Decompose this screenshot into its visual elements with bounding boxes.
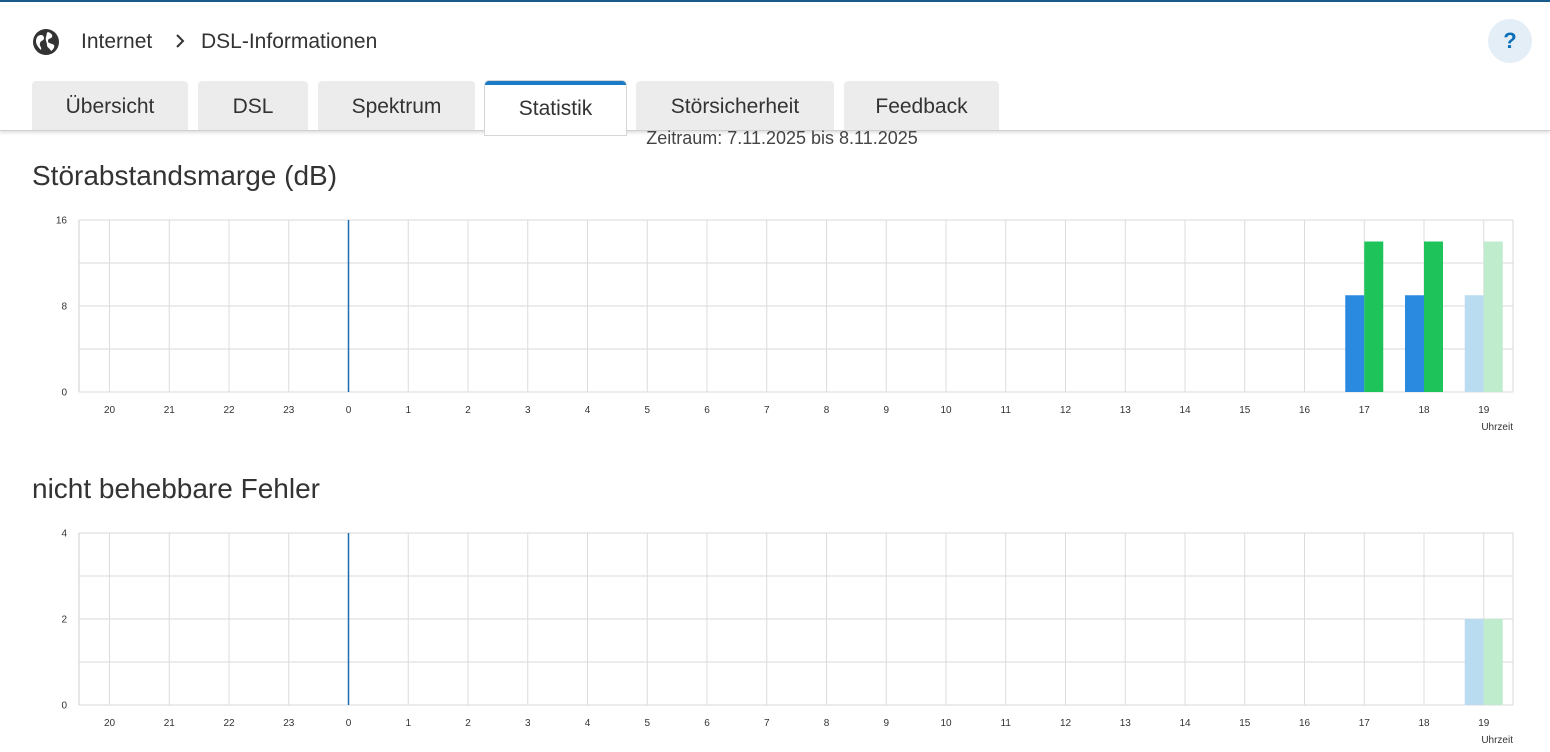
- x-tick-label: 18: [1418, 405, 1430, 416]
- x-tick-label: 11: [1001, 718, 1012, 729]
- x-axis-label: Uhrzeit: [1481, 422, 1513, 433]
- x-tick-label: 0: [346, 405, 352, 416]
- blue-bar: [1405, 295, 1424, 392]
- tab-statistik[interactable]: Statistik: [485, 81, 626, 135]
- x-tick-label: 7: [764, 405, 770, 416]
- chart-title-errors: nicht behebbare Fehler: [32, 473, 320, 504]
- y-tick-label: 2: [61, 615, 67, 626]
- x-tick-label: 12: [1060, 718, 1072, 729]
- globe-icon: [33, 29, 59, 55]
- x-axis-label: Uhrzeit: [1481, 735, 1513, 746]
- x-tick-label: 22: [223, 405, 235, 416]
- y-tick-label: 16: [56, 216, 68, 227]
- x-tick-label: 1: [405, 405, 411, 416]
- help-button[interactable]: ?: [1488, 19, 1532, 63]
- x-tick-label: 8: [824, 718, 830, 729]
- x-tick-label: 10: [940, 718, 952, 729]
- y-tick-label: 8: [61, 302, 67, 313]
- blue-bar: [1464, 619, 1484, 705]
- tab-spektrum[interactable]: Spektrum: [318, 81, 475, 130]
- x-tick-label: 12: [1060, 405, 1072, 416]
- x-tick-label: 7: [764, 718, 770, 729]
- tab-stoersicherheit[interactable]: Störsicherheit: [636, 81, 834, 130]
- tab-dsl[interactable]: DSL: [198, 81, 308, 130]
- chart-title-snr: Störabstandsmarge (dB): [32, 160, 338, 191]
- x-tick-label: 2: [465, 405, 471, 416]
- x-tick-label: 4: [585, 405, 591, 416]
- x-tick-label: 5: [644, 718, 650, 729]
- x-tick-label: 15: [1239, 718, 1251, 729]
- y-tick-label: 4: [61, 529, 67, 540]
- y-tick-label: 0: [61, 388, 67, 399]
- x-tick-label: 8: [824, 405, 830, 416]
- x-tick-label: 21: [164, 718, 176, 729]
- x-tick-label: 19: [1478, 718, 1490, 729]
- x-tick-label: 6: [704, 718, 710, 729]
- x-tick-label: 13: [1120, 718, 1132, 729]
- x-tick-label: 14: [1179, 405, 1191, 416]
- x-tick-label: 4: [585, 718, 591, 729]
- x-tick-label: 9: [883, 405, 889, 416]
- x-tick-label: 22: [223, 718, 235, 729]
- x-tick-label: 17: [1359, 718, 1371, 729]
- blue-bar: [1345, 295, 1365, 392]
- x-tick-label: 5: [644, 405, 650, 416]
- green-bar: [1483, 241, 1503, 392]
- breadcrumb-internet[interactable]: Internet: [81, 30, 152, 54]
- x-tick-label: 3: [525, 405, 531, 416]
- snr-margin-chart: 20 21 22 23 0 1 2 3 4 5 6 7 8 9 10 11 12 13 14 15 16 17 18 1908…: [56, 216, 1514, 433]
- green-bar: [1364, 241, 1384, 392]
- x-tick-label: 2: [465, 718, 471, 729]
- x-tick-label: 17: [1359, 405, 1371, 416]
- uncorrectable-errors-chart: 20 21 22 23 0 1 2 3 4 5 6 7 8 9 10 11 12 13 14 15 16 17 18 1902…: [61, 529, 1514, 746]
- blue-bar: [1464, 295, 1484, 392]
- x-tick-label: 18: [1418, 718, 1430, 729]
- x-tick-label: 11: [1001, 405, 1012, 416]
- x-tick-label: 23: [283, 718, 295, 729]
- y-tick-label: 0: [61, 701, 67, 712]
- period-label: Zeitraum: 7.11.2025 bis 8.11.2025: [646, 128, 918, 148]
- x-tick-label: 16: [1299, 718, 1311, 729]
- breadcrumb-dsl-informationen: DSL-Informationen: [201, 30, 378, 53]
- tab-feedback[interactable]: Feedback: [844, 81, 999, 130]
- x-tick-label: 13: [1120, 405, 1132, 416]
- x-tick-label: 14: [1179, 718, 1191, 729]
- x-tick-label: 15: [1239, 405, 1251, 416]
- x-tick-label: 10: [940, 405, 952, 416]
- chevron-right-icon: [176, 34, 185, 48]
- x-tick-label: 21: [164, 405, 176, 416]
- x-tick-label: 23: [283, 405, 295, 416]
- x-tick-label: 3: [525, 718, 531, 729]
- x-tick-label: 6: [704, 405, 710, 416]
- x-tick-label: 20: [104, 718, 116, 729]
- x-tick-label: 9: [883, 718, 889, 729]
- x-tick-label: 1: [405, 718, 411, 729]
- x-tick-label: 0: [346, 718, 352, 729]
- x-tick-label: 19: [1478, 405, 1490, 416]
- tab-uebersicht[interactable]: Übersicht: [32, 81, 188, 130]
- x-tick-label: 16: [1299, 405, 1311, 416]
- green-bar: [1424, 241, 1443, 392]
- x-tick-label: 20: [104, 405, 116, 416]
- page-header: Internet DSL-Informationen ? Übersicht D…: [0, 2, 1550, 135]
- green-bar: [1483, 619, 1503, 705]
